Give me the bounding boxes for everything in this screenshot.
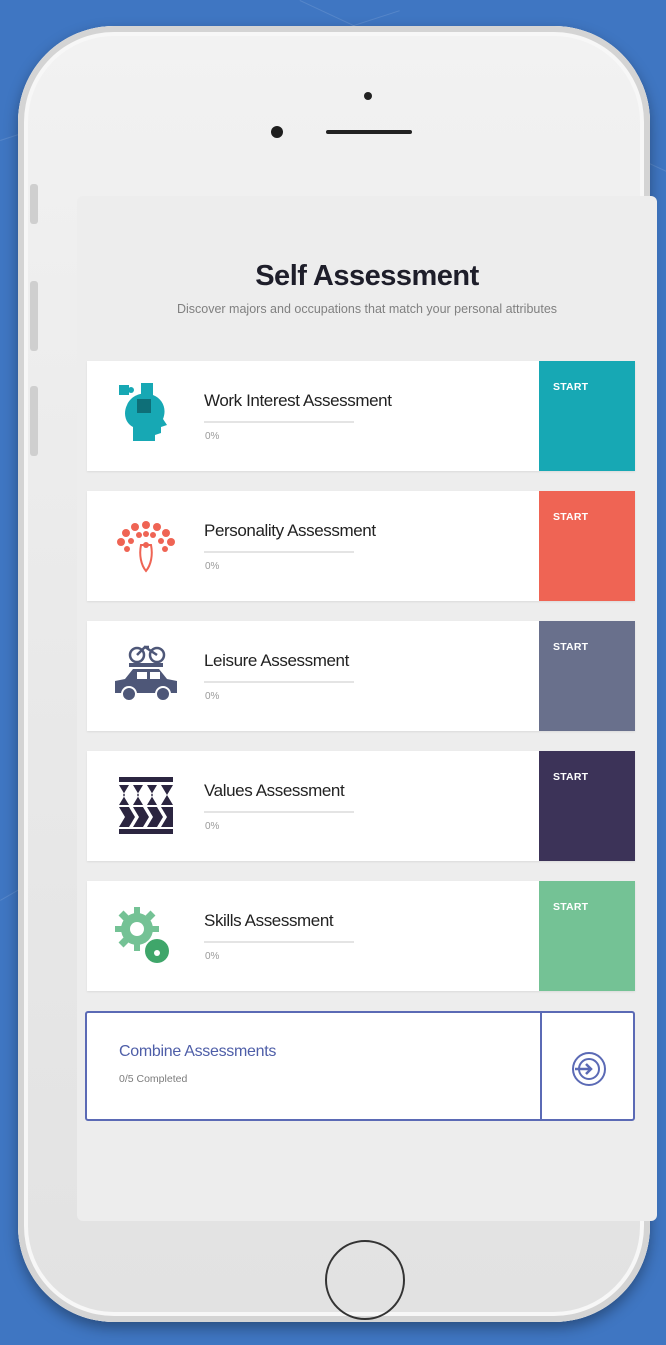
assessment-name: Personality Assessment [204, 521, 376, 540]
start-button[interactable]: START [539, 881, 635, 991]
progress-bar [204, 941, 354, 943]
earpiece-speaker [326, 130, 412, 134]
assessment-name: Values Assessment [204, 781, 345, 800]
progress-percent: 0% [205, 951, 220, 962]
progress-bar [204, 811, 354, 813]
gears-icon [115, 907, 169, 963]
start-button[interactable]: START [539, 751, 635, 861]
assessment-card-leisure[interactable]: Leisure Assessment 0% START [87, 621, 635, 731]
assessment-name: Work Interest Assessment [204, 391, 392, 410]
home-button[interactable] [325, 1240, 405, 1320]
start-label: START [553, 771, 589, 783]
assessment-card-work-interest[interactable]: Work Interest Assessment 0% START [87, 361, 635, 471]
volume-down-button [30, 386, 38, 456]
progress-percent: 0% [205, 691, 220, 702]
progress-bar [204, 681, 354, 683]
assessment-name: Leisure Assessment [204, 651, 349, 670]
progress-bar [204, 421, 354, 423]
progress-percent: 0% [205, 561, 220, 572]
progress-bar [204, 551, 354, 553]
assessment-card-values[interactable]: Values Assessment 0% START [87, 751, 635, 861]
start-button[interactable]: START [539, 491, 635, 601]
page-title: Self Assessment [255, 260, 479, 292]
start-label: START [553, 641, 589, 653]
start-label: START [553, 511, 589, 523]
merge-circle-icon[interactable] [571, 1051, 607, 1087]
car-bike-icon [115, 645, 177, 702]
proximity-sensor [364, 92, 372, 100]
assessment-card-personality[interactable]: Personality Assessment 0% START [87, 491, 635, 601]
page-subtitle: Discover majors and occupations that mat… [176, 302, 558, 316]
app-screen: Self Assessment Discover majors and occu… [77, 196, 657, 1221]
combine-status: 0/5 Completed [119, 1073, 188, 1085]
start-button[interactable]: START [539, 361, 635, 471]
combine-title: Combine Assessments [119, 1043, 277, 1060]
phone-frame: Self Assessment Discover majors and occu… [18, 26, 657, 1322]
progress-percent: 0% [205, 431, 220, 442]
arrows-pattern-icon [119, 777, 173, 834]
combine-assessments-card[interactable]: Combine Assessments 0/5 Completed [85, 1011, 635, 1121]
progress-percent: 0% [205, 821, 220, 832]
peacock-icon [117, 521, 175, 573]
start-button[interactable]: START [539, 621, 635, 731]
volume-up-button [30, 281, 38, 351]
head-puzzle-icon [119, 383, 167, 441]
front-camera [271, 126, 283, 138]
assessment-name: Skills Assessment [204, 911, 334, 930]
mute-switch [30, 184, 38, 224]
divider [540, 1013, 542, 1119]
start-label: START [553, 381, 589, 393]
assessment-card-skills[interactable]: Skills Assessment 0% START [87, 881, 635, 991]
start-label: START [553, 901, 589, 913]
